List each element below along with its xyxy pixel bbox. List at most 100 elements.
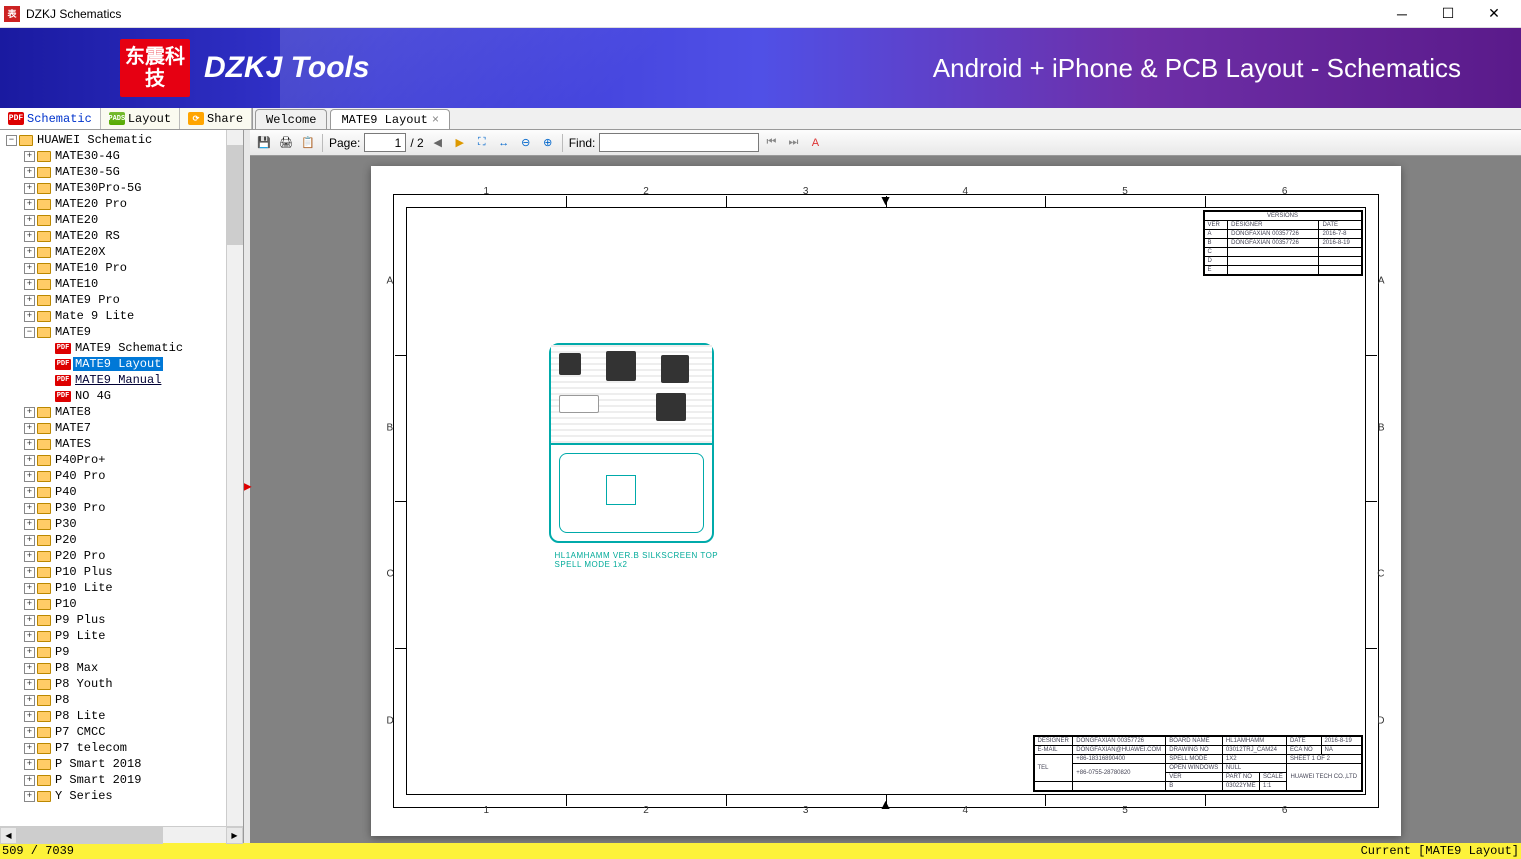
expand-icon[interactable]: − xyxy=(6,135,17,146)
expand-icon[interactable]: + xyxy=(24,439,35,450)
expand-icon[interactable]: + xyxy=(24,503,35,514)
page-input[interactable] xyxy=(364,133,406,152)
tree-folder-item[interactable]: +P9 Lite xyxy=(0,628,243,644)
tree-folder-item[interactable]: +MATES xyxy=(0,436,243,452)
tree-folder-item[interactable]: +P10 xyxy=(0,596,243,612)
expand-icon[interactable]: + xyxy=(24,487,35,498)
expand-icon[interactable]: + xyxy=(24,279,35,290)
tree-folder-item[interactable]: +Y Series xyxy=(0,788,243,804)
tree-folder-item[interactable]: +P40Pro+ xyxy=(0,452,243,468)
tree-folder-item[interactable]: +P40 xyxy=(0,484,243,500)
expand-icon[interactable]: + xyxy=(24,663,35,674)
tree-folder-item[interactable]: −MATE9 xyxy=(0,324,243,340)
tree-folder-item[interactable]: +P10 Lite xyxy=(0,580,243,596)
tree-folder-item[interactable]: +P8 xyxy=(0,692,243,708)
tree-folder-item[interactable]: +MATE30Pro-5G xyxy=(0,180,243,196)
tree-folder-item[interactable]: +MATE20 Pro xyxy=(0,196,243,212)
tree-file-item[interactable]: PDFNO 4G xyxy=(0,388,243,404)
expand-icon[interactable]: + xyxy=(24,407,35,418)
expand-icon[interactable]: + xyxy=(24,551,35,562)
expand-icon[interactable]: + xyxy=(24,679,35,690)
expand-icon[interactable]: + xyxy=(24,295,35,306)
zoom-in-button[interactable]: ⊕ xyxy=(538,133,558,153)
expand-icon[interactable]: + xyxy=(24,695,35,706)
text-tool-button[interactable]: A xyxy=(805,133,825,153)
horizontal-scrollbar[interactable]: ◀ ▶ xyxy=(0,826,243,843)
tree-folder-item[interactable]: +P40 Pro xyxy=(0,468,243,484)
tree-folder-item[interactable]: +Mate 9 Lite xyxy=(0,308,243,324)
tree-folder-item[interactable]: +P10 Plus xyxy=(0,564,243,580)
expand-icon[interactable]: + xyxy=(24,647,35,658)
pdf-viewer[interactable]: HL1AMHAMM VER.B SILKSCREEN TOP SPELL MOD… xyxy=(250,156,1521,843)
find-prev-button[interactable]: ⏮ xyxy=(761,133,781,153)
find-next-button[interactable]: ⏭ xyxy=(783,133,803,153)
tree-folder-item[interactable]: +P30 xyxy=(0,516,243,532)
tree-folder-item[interactable]: +P8 Max xyxy=(0,660,243,676)
tree-folder-item[interactable]: +MATE7 xyxy=(0,420,243,436)
tree-folder-item[interactable]: +P20 xyxy=(0,532,243,548)
tree-folder-item[interactable]: +P Smart 2019 xyxy=(0,772,243,788)
tree-folder-item[interactable]: +MATE30-4G xyxy=(0,148,243,164)
next-page-button[interactable]: ▶ xyxy=(450,133,470,153)
expand-icon[interactable]: + xyxy=(24,775,35,786)
expand-icon[interactable]: + xyxy=(24,151,35,162)
close-icon[interactable]: × xyxy=(432,113,439,127)
tree-folder-item[interactable]: +MATE20 RS xyxy=(0,228,243,244)
expand-icon[interactable]: + xyxy=(24,199,35,210)
tree-folder-item[interactable]: +P20 Pro xyxy=(0,548,243,564)
tree-view[interactable]: −HUAWEI Schematic+MATE30-4G+MATE30-5G+MA… xyxy=(0,130,243,826)
tree-folder-item[interactable]: −HUAWEI Schematic xyxy=(0,132,243,148)
expand-icon[interactable]: + xyxy=(24,583,35,594)
tree-folder-item[interactable]: +MATE30-5G xyxy=(0,164,243,180)
tab-share[interactable]: ⟳ Share xyxy=(180,108,252,129)
expand-icon[interactable]: + xyxy=(24,247,35,258)
tab-layout[interactable]: PADS Layout xyxy=(101,108,180,129)
tree-file-item[interactable]: PDFMATE9 Manual xyxy=(0,372,243,388)
tree-folder-item[interactable]: +MATE9 Pro xyxy=(0,292,243,308)
tree-folder-item[interactable]: +P9 Plus xyxy=(0,612,243,628)
tree-folder-item[interactable]: +P9 xyxy=(0,644,243,660)
save-button[interactable]: 💾 xyxy=(254,133,274,153)
tree-folder-item[interactable]: +MATE10 Pro xyxy=(0,260,243,276)
expand-icon[interactable]: + xyxy=(24,231,35,242)
expand-icon[interactable]: − xyxy=(24,327,35,338)
tree-folder-item[interactable]: +P7 telecom xyxy=(0,740,243,756)
expand-icon[interactable]: + xyxy=(24,599,35,610)
fit-width-button[interactable]: ↔ xyxy=(494,133,514,153)
expand-icon[interactable]: + xyxy=(24,615,35,626)
fit-page-button[interactable]: ⛶ xyxy=(472,133,492,153)
expand-icon[interactable]: + xyxy=(24,311,35,322)
tree-folder-item[interactable]: +MATE20X xyxy=(0,244,243,260)
expand-icon[interactable]: + xyxy=(24,471,35,482)
tree-folder-item[interactable]: +P30 Pro xyxy=(0,500,243,516)
tab-schematic[interactable]: PDF Schematic xyxy=(0,108,101,129)
scroll-right-icon[interactable]: ▶ xyxy=(226,827,243,844)
tree-folder-item[interactable]: +P Smart 2018 xyxy=(0,756,243,772)
vertical-scrollbar[interactable] xyxy=(226,130,243,826)
tree-folder-item[interactable]: +P8 Lite xyxy=(0,708,243,724)
expand-icon[interactable]: + xyxy=(24,711,35,722)
doc-tab-mate9-layout[interactable]: MATE9 Layout × xyxy=(330,109,450,129)
close-button[interactable]: ✕ xyxy=(1471,0,1517,28)
tree-folder-item[interactable]: +MATE8 xyxy=(0,404,243,420)
zoom-out-button[interactable]: ⊖ xyxy=(516,133,536,153)
expand-icon[interactable]: + xyxy=(24,791,35,802)
maximize-button[interactable]: ☐ xyxy=(1425,0,1471,28)
find-input[interactable] xyxy=(599,133,759,152)
tree-folder-item[interactable]: +MATE20 xyxy=(0,212,243,228)
tree-file-item[interactable]: PDFMATE9 Schematic xyxy=(0,340,243,356)
scroll-left-icon[interactable]: ◀ xyxy=(0,827,17,844)
expand-icon[interactable]: + xyxy=(24,759,35,770)
expand-icon[interactable]: + xyxy=(24,519,35,530)
expand-icon[interactable]: + xyxy=(24,631,35,642)
tree-folder-item[interactable]: +P8 Youth xyxy=(0,676,243,692)
collapse-arrow-icon[interactable]: ▶ xyxy=(244,481,252,492)
copy-button[interactable]: 📋 xyxy=(298,133,318,153)
expand-icon[interactable]: + xyxy=(24,535,35,546)
expand-icon[interactable]: + xyxy=(24,455,35,466)
doc-tab-welcome[interactable]: Welcome xyxy=(255,109,327,129)
tree-folder-item[interactable]: +MATE10 xyxy=(0,276,243,292)
expand-icon[interactable]: + xyxy=(24,183,35,194)
minimize-button[interactable]: ─ xyxy=(1379,0,1425,28)
expand-icon[interactable]: + xyxy=(24,567,35,578)
